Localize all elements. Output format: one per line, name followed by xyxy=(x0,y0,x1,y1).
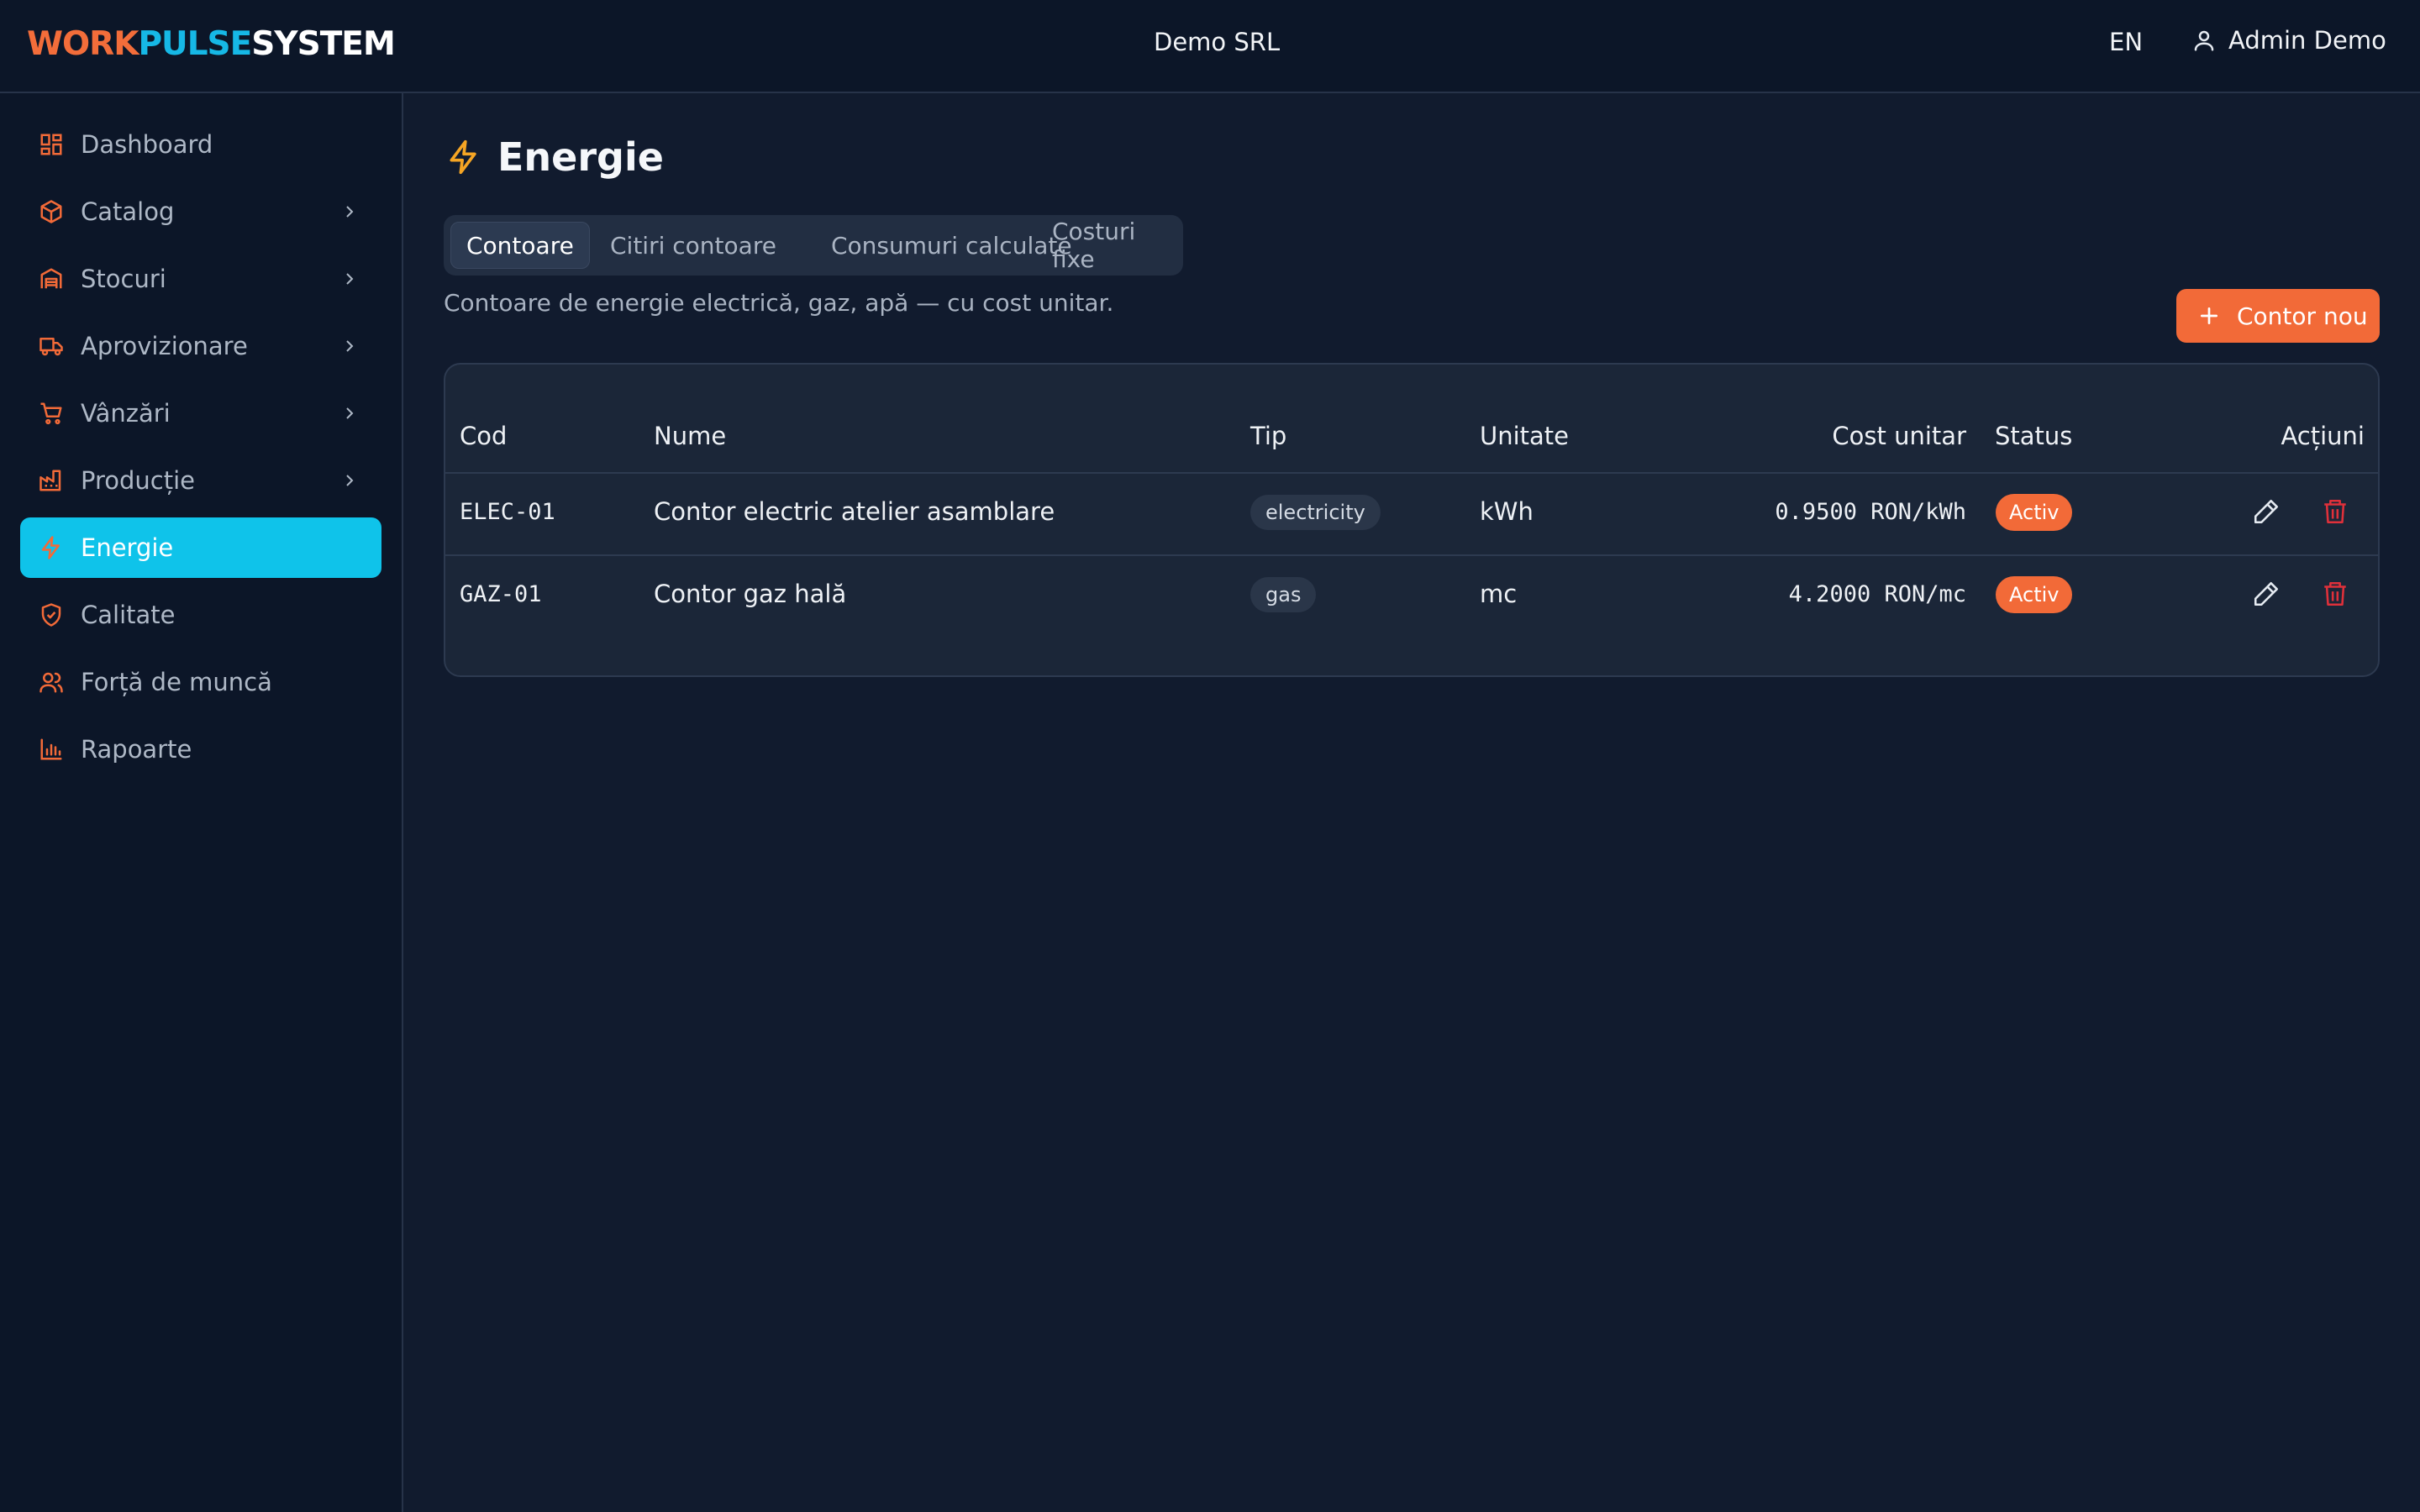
user-menu[interactable]: Admin Demo xyxy=(2191,26,2386,55)
edit-icon[interactable] xyxy=(2252,497,2281,526)
row-divider xyxy=(445,554,2378,556)
truck-icon xyxy=(39,338,63,356)
column-header-nume[interactable]: Nume xyxy=(654,422,726,450)
sidebar-item-vanzari[interactable]: Vânzări xyxy=(20,383,381,444)
trash-icon[interactable] xyxy=(2321,580,2349,608)
page-description: Contoare de energie electrică, gaz, apă … xyxy=(444,289,1114,317)
chevron-right-icon xyxy=(346,407,354,419)
sidebar-item-label: Stocuri xyxy=(81,265,166,293)
tab-citiri-contoare[interactable]: Citiri contoare xyxy=(595,222,792,269)
column-header-cost-unitar[interactable]: Cost unitar xyxy=(1823,422,1966,450)
sidebar-item-productie[interactable]: Producție xyxy=(20,450,381,511)
column-header-unitate[interactable]: Unitate xyxy=(1480,422,1569,450)
chevron-right-icon xyxy=(346,340,354,352)
user-name: Admin Demo xyxy=(2228,26,2386,55)
cell-cost-unitar: 0.9500 RON/kWh xyxy=(1775,499,1966,525)
sidebar-item-aprovizionare[interactable]: Aprovizionare xyxy=(20,316,381,376)
header-divider xyxy=(445,472,2378,474)
status-badge: Activ xyxy=(1996,494,2073,531)
chevron-right-icon xyxy=(346,273,354,285)
lightning-icon xyxy=(41,536,60,559)
language-switch[interactable]: EN xyxy=(2109,28,2143,56)
page-title: Energie xyxy=(445,134,664,180)
cell-cost-unitar: 4.2000 RON/mc xyxy=(1788,581,1966,607)
trash-icon[interactable] xyxy=(2321,497,2349,526)
dashboard-icon xyxy=(40,134,62,155)
sidebar-item-label: Vânzări xyxy=(81,399,171,428)
sidebar-item-label: Producție xyxy=(81,466,196,495)
plus-icon xyxy=(2200,307,2218,325)
cell-cod: GAZ-01 xyxy=(460,581,542,607)
app-logo[interactable]: WORKPULSESYSTEM xyxy=(27,25,396,63)
factory-icon xyxy=(39,470,61,491)
sidebar-item-calitate[interactable]: Calitate xyxy=(20,585,381,645)
chevron-right-icon xyxy=(346,475,354,486)
lightning-icon xyxy=(450,139,476,175)
new-meter-button[interactable]: Contor nou xyxy=(2176,289,2380,343)
tab-contoare[interactable]: Contoare xyxy=(450,222,590,269)
sidebar-item-label: Catalog xyxy=(81,197,175,226)
warehouse-icon xyxy=(40,268,62,289)
bar-chart-icon xyxy=(40,738,62,760)
page-heading: Energie xyxy=(497,134,664,180)
column-header-actiuni: Acțiuni xyxy=(2281,422,2365,450)
cell-unitate: mc xyxy=(1480,580,1518,608)
sidebar-item-stocuri[interactable]: Stocuri xyxy=(20,249,381,309)
sidebar-item-label: Dashboard xyxy=(81,130,213,159)
type-chip: gas xyxy=(1250,577,1317,612)
type-chip: electricity xyxy=(1250,495,1381,530)
new-meter-label: Contor nou xyxy=(2237,302,2368,330)
top-bar: WORKPULSESYSTEM Demo SRL EN Admin Demo xyxy=(0,0,2420,93)
cart-icon xyxy=(40,402,62,425)
cell-nume: Contor electric atelier asamblare xyxy=(654,497,1055,526)
shield-check-icon xyxy=(41,603,61,627)
users-icon xyxy=(39,672,63,693)
sidebar-item-rapoarte[interactable]: Rapoarte xyxy=(20,719,381,780)
sidebar-item-energie[interactable]: Energie xyxy=(20,517,381,578)
column-header-cod[interactable]: Cod xyxy=(460,422,507,450)
sidebar-item-forta-de-munca[interactable]: Forță de muncă xyxy=(20,652,381,712)
tab-bar: Contoare Citiri contoare Consumuri calcu… xyxy=(444,215,1183,276)
meters-table: Cod Nume Tip Unitate Cost unitar Status … xyxy=(444,363,2380,677)
box-icon xyxy=(40,200,62,223)
column-header-status[interactable]: Status xyxy=(1995,422,2072,450)
status-badge: Activ xyxy=(1996,576,2073,613)
cell-cod: ELEC-01 xyxy=(460,499,555,525)
tab-costuri-fixe[interactable]: Costuri fixe xyxy=(1037,218,1183,273)
chevron-right-icon xyxy=(346,206,354,218)
user-icon xyxy=(2194,30,2214,51)
sidebar-item-catalog[interactable]: Catalog xyxy=(20,181,381,242)
sidebar: Dashboard Catalog Stocuri Aprovizionare … xyxy=(0,93,403,1512)
cell-unitate: kWh xyxy=(1480,497,1534,526)
edit-icon[interactable] xyxy=(2252,580,2281,608)
sidebar-item-label: Calitate xyxy=(81,601,176,629)
sidebar-item-label: Rapoarte xyxy=(81,735,192,764)
sidebar-item-label: Forță de muncă xyxy=(81,668,272,696)
company-name[interactable]: Demo SRL xyxy=(1154,28,1280,56)
sidebar-item-dashboard[interactable]: Dashboard xyxy=(20,114,381,175)
sidebar-item-label: Aprovizionare xyxy=(81,332,248,360)
sidebar-item-label: Energie xyxy=(81,533,174,562)
cell-nume: Contor gaz hală xyxy=(654,580,847,608)
column-header-tip[interactable]: Tip xyxy=(1250,422,1286,450)
